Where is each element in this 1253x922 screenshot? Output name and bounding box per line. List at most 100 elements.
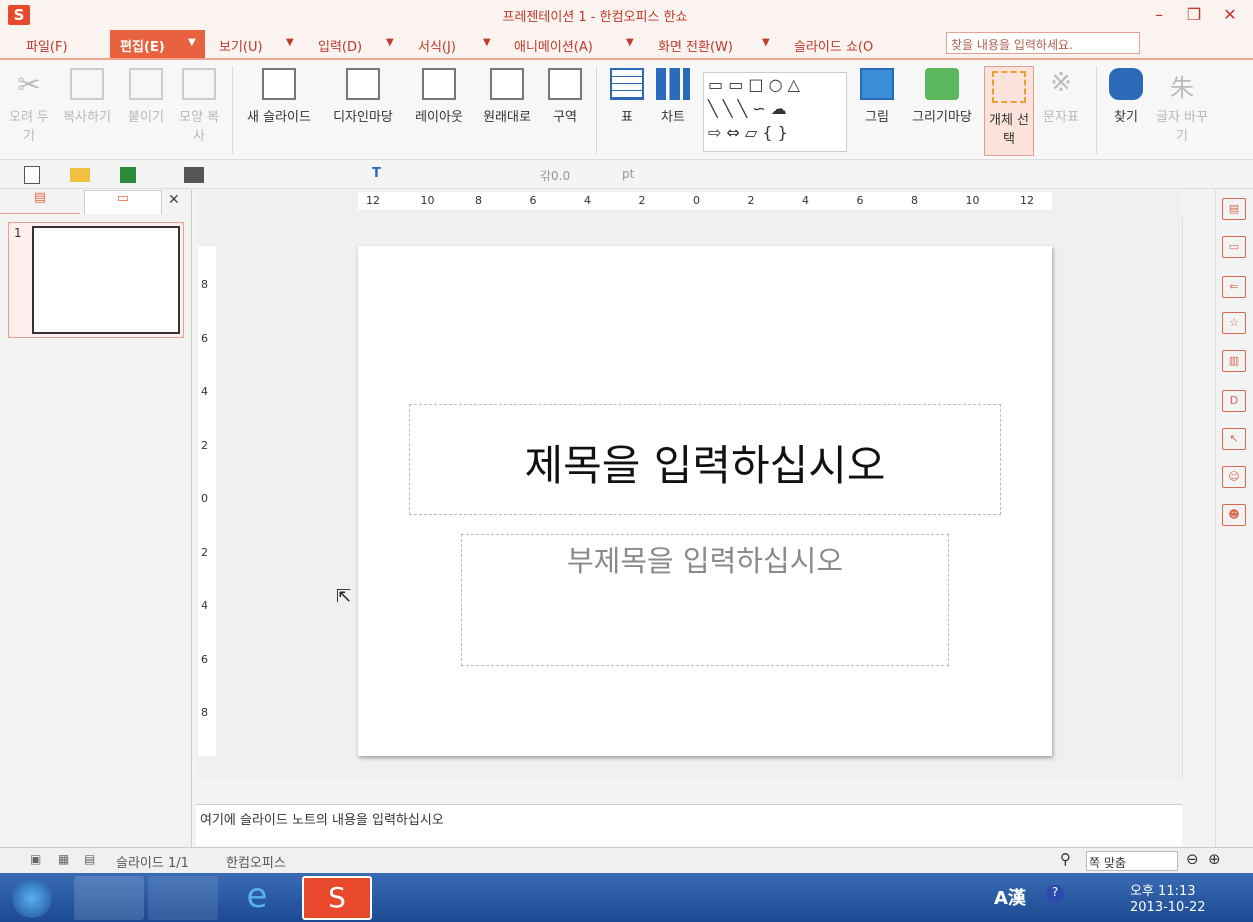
ruler-tick-label: 4 [584,194,591,207]
table-button[interactable]: 표 [606,64,648,125]
horizontal-ruler[interactable]: 12 10 8 6 4 2 0 2 4 6 8 10 12 [358,192,1052,210]
menu-animation[interactable]: 애니메이션(A) [514,36,593,55]
unit-field[interactable]: pt [622,167,634,181]
people-icon[interactable]: ☻ [1222,504,1246,526]
new-slide-button[interactable]: 새 슬라이드 [246,64,312,125]
slide-subtitle[interactable]: 부제목을 입력하십시오 [461,538,949,580]
menu-format[interactable]: 서식(J) [418,36,456,55]
ruler-tick-label: 12 [366,194,380,207]
chevron-down-icon[interactable]: ▼ [626,37,634,48]
scissors-icon: ✂ [17,68,41,101]
vertical-ruler[interactable]: 8 6 4 2 0 2 4 6 8 [198,246,216,756]
chart-button[interactable]: 차트 [652,64,694,125]
clipboard-icon[interactable]: ▥ [1222,350,1246,372]
chevron-down-icon[interactable]: ▼ [762,37,770,48]
ruler-tick-label: 2 [747,194,755,207]
object-select-button[interactable]: 개체 선택 [984,66,1034,156]
new-doc-icon[interactable] [24,166,40,184]
spacing-field[interactable]: 갂0.0 [540,167,570,184]
hanshow-taskbar-icon[interactable]: S [302,876,372,920]
zoom-out-icon[interactable]: ⊖ [1186,850,1199,868]
thumbnail-preview[interactable] [32,226,180,334]
restore-button[interactable]: ❐ [1180,4,1208,26]
transition-icon[interactable]: ⇐ [1222,276,1246,298]
internet-explorer-icon[interactable]: e [222,876,292,920]
symbol-button[interactable]: ※ 문자표 [1038,64,1084,125]
ruler-tick-label: 8 [911,194,918,207]
replace-button[interactable]: 朱 글자 바꾸기 [1154,64,1210,144]
zoom-icon[interactable]: ⚲ [1060,850,1071,868]
chevron-down-icon[interactable]: ▼ [483,37,491,48]
menu-transition[interactable]: 화면 전환(W) [658,36,733,55]
picture-button[interactable]: 그림 [856,64,898,125]
start-button[interactable] [12,878,52,918]
cut-button[interactable]: ✂ 오려 두기 [6,64,52,144]
ruler-tick-label: 10 [420,194,435,207]
chevron-down-icon[interactable]: ▼ [188,37,196,48]
ruler-tick-label: 0 [201,492,208,505]
copy-button[interactable]: 복사하기 [58,64,116,125]
notes-field[interactable]: 여기에 슬라이드 노트의 내용을 입력하십시오 [196,804,1182,846]
horizontal-scrollbar[interactable] [226,780,1182,802]
clock-time[interactable]: 오후 11:13 [1130,880,1196,899]
media-player-taskbar-icon[interactable] [148,876,218,920]
help-icon[interactable]: ? [1046,885,1064,903]
slide-number: 1 [14,226,22,240]
vertical-scrollbar[interactable] [1182,218,1202,778]
window-title: 프레젠테이션 1 - 한컴오피스 한쇼 [502,10,688,25]
ruler-tick-label: 6 [529,194,537,207]
close-panel-icon[interactable]: ✕ [168,192,190,208]
star-icon[interactable]: ☆ [1222,312,1246,334]
print-icon[interactable] [184,167,204,183]
brush-icon [182,68,216,100]
chevron-down-icon[interactable]: ▼ [386,37,394,48]
menu-file[interactable]: 파일(F) [26,36,68,55]
reset-icon [490,68,524,100]
view-normal-icon[interactable]: ▣ [30,852,41,866]
menu-slideshow[interactable]: 슬라이드 쇼(O [794,36,873,55]
design-icon [346,68,380,100]
save-icon[interactable] [120,167,136,183]
layout-button[interactable]: 레이아웃 [408,64,470,125]
find-button[interactable]: 찾기 [1104,64,1148,125]
design-button[interactable]: 디자인마당 [324,64,402,125]
ruler-tick-label: 4 [201,385,208,398]
slide-title[interactable]: 제목을 입력하십시오 [409,432,1001,493]
d-icon[interactable]: D [1222,390,1246,412]
zoom-in-icon[interactable]: ⊕ [1208,850,1221,868]
view-notes-icon[interactable]: ▤ [84,852,95,866]
reset-button[interactable]: 원래대로 [476,64,538,125]
ruler-tick-label: 6 [201,652,208,666]
layout-icon [422,68,456,100]
user-icon[interactable]: ☺ [1222,466,1246,488]
drawing-button[interactable]: 그리기마당 [904,64,980,125]
paste-button[interactable]: 붙이기 [122,64,170,125]
paste-icon [129,68,163,100]
select-icon[interactable]: ↖ [1222,428,1246,450]
ruler-tick-label: 6 [201,331,208,345]
format-painter-button[interactable]: 모양 복사 [176,64,222,144]
clock-date[interactable]: 2013-10-22 [1130,900,1206,915]
explorer-taskbar-icon[interactable] [74,876,144,920]
close-button[interactable]: ✕ [1216,4,1244,26]
search-input[interactable]: 찾을 내용을 입력하세요. [946,32,1140,54]
chevron-down-icon[interactable]: ▼ [286,37,294,48]
view-sorter-icon[interactable]: ▦ [58,852,69,866]
menu-view[interactable]: 보기(U) [219,36,263,55]
tab-slides[interactable]: ▤ [0,190,80,214]
ruler-tick-label: 6 [856,194,864,207]
minimize-button[interactable]: – [1145,4,1173,26]
open-folder-icon[interactable] [70,168,90,182]
ruler-tick-label: 8 [475,194,482,207]
slide-layout-icon[interactable]: ▭ [1222,236,1246,258]
tab-outline[interactable]: ▭ [84,190,162,214]
zoom-select[interactable]: 쪽 맞춤 [1086,851,1178,871]
section-button[interactable]: 구역 [544,64,586,125]
text-style-icon[interactable]: T [372,166,381,181]
divider [596,66,597,154]
menu-insert[interactable]: 입력(D) [318,36,362,55]
properties-icon[interactable]: ▤ [1222,198,1246,220]
ime-indicator[interactable]: A漢 [994,884,1026,910]
shape-gallery[interactable]: ▭ ▭ □ ○ △ ╲ ╲ ╲ ∽ ☁ ⇨ ⇔ ▱ { } [703,72,847,152]
menu-edit[interactable]: 편집(E) [120,36,165,55]
